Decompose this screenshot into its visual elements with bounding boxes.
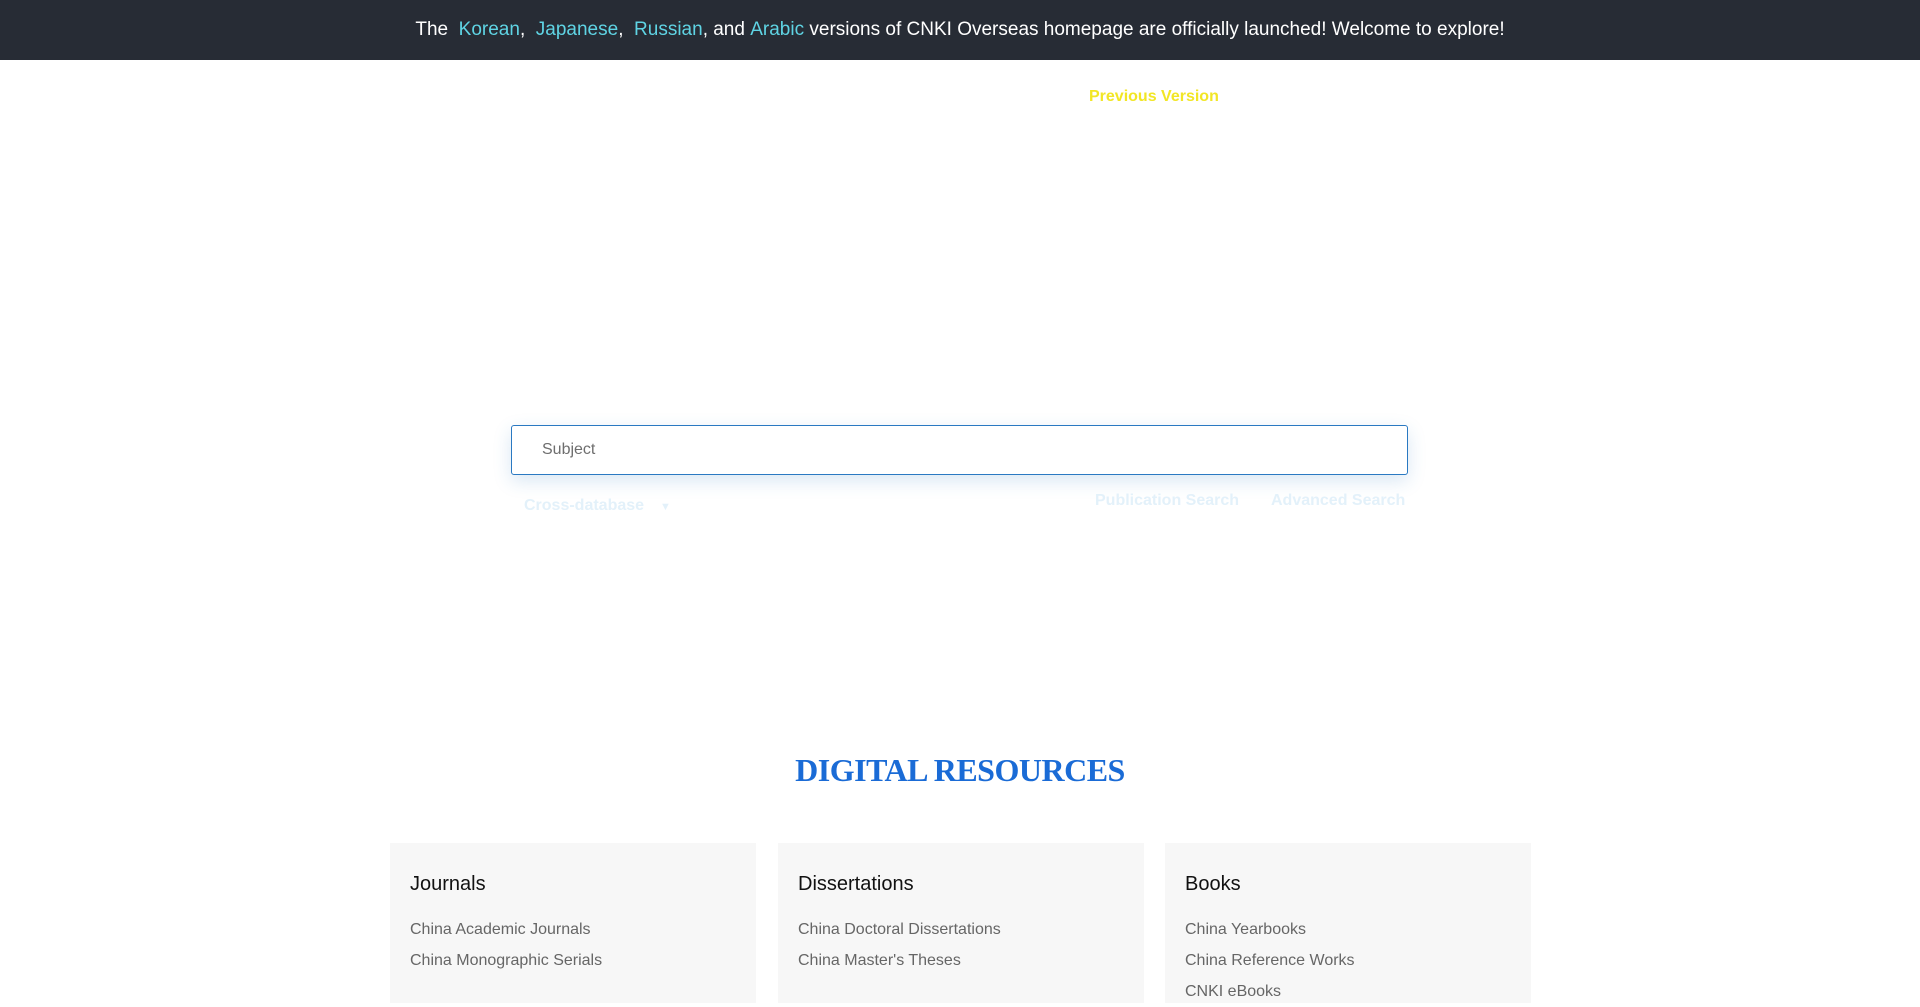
russian-version-link[interactable]: Russian [634, 19, 703, 41]
digital-resources-title: DIGITAL RESOURCES [795, 752, 1125, 788]
search-box [511, 425, 1408, 475]
announcement-separator: , [519, 19, 536, 40]
cross-database-label: Cross-database [524, 497, 645, 514]
resource-card-journals: Journals China Academic Journals China M… [390, 843, 756, 1003]
cross-database-dropdown[interactable]: Cross-database ▼ [524, 497, 671, 515]
announcement-separator: , [618, 19, 635, 40]
japanese-version-link[interactable]: Japanese [536, 19, 618, 41]
announcement-bar: The Korean, Japanese, Russian, and Arabi… [0, 0, 1920, 60]
card-title: Dissertations [798, 873, 914, 895]
publication-search-link[interactable]: Publication Search [1095, 492, 1239, 510]
search-input[interactable] [542, 426, 1382, 474]
previous-version-link[interactable]: Previous Version [1089, 88, 1219, 106]
resource-card-books: Books China Yearbooks China Reference Wo… [1165, 843, 1531, 1003]
resource-link[interactable]: CNKI eBooks [1185, 976, 1511, 1007]
card-title: Books [1185, 873, 1241, 895]
announcement-prefix: The [415, 19, 459, 40]
chevron-down-icon: ▼ [660, 501, 671, 513]
resource-link[interactable]: China Yearbooks [1185, 914, 1511, 945]
korean-version-link[interactable]: Korean [459, 19, 520, 41]
announcement-separator: , and [702, 19, 751, 40]
arabic-version-link[interactable]: Arabic [750, 19, 804, 41]
card-title: Journals [410, 873, 486, 895]
announcement-suffix: versions of CNKI Overseas homepage are o… [804, 19, 1505, 40]
resource-card-dissertations: Dissertations China Doctoral Dissertatio… [778, 843, 1144, 1003]
resource-link[interactable]: China Academic Journals [410, 914, 736, 945]
resource-link[interactable]: China Reference Works [1185, 945, 1511, 976]
resource-link[interactable]: China Monographic Serials [410, 945, 736, 976]
resource-link[interactable]: China Doctoral Dissertations [798, 914, 1124, 945]
advanced-search-link[interactable]: Advanced Search [1271, 492, 1405, 510]
resource-link[interactable]: China Master's Theses [798, 945, 1124, 976]
